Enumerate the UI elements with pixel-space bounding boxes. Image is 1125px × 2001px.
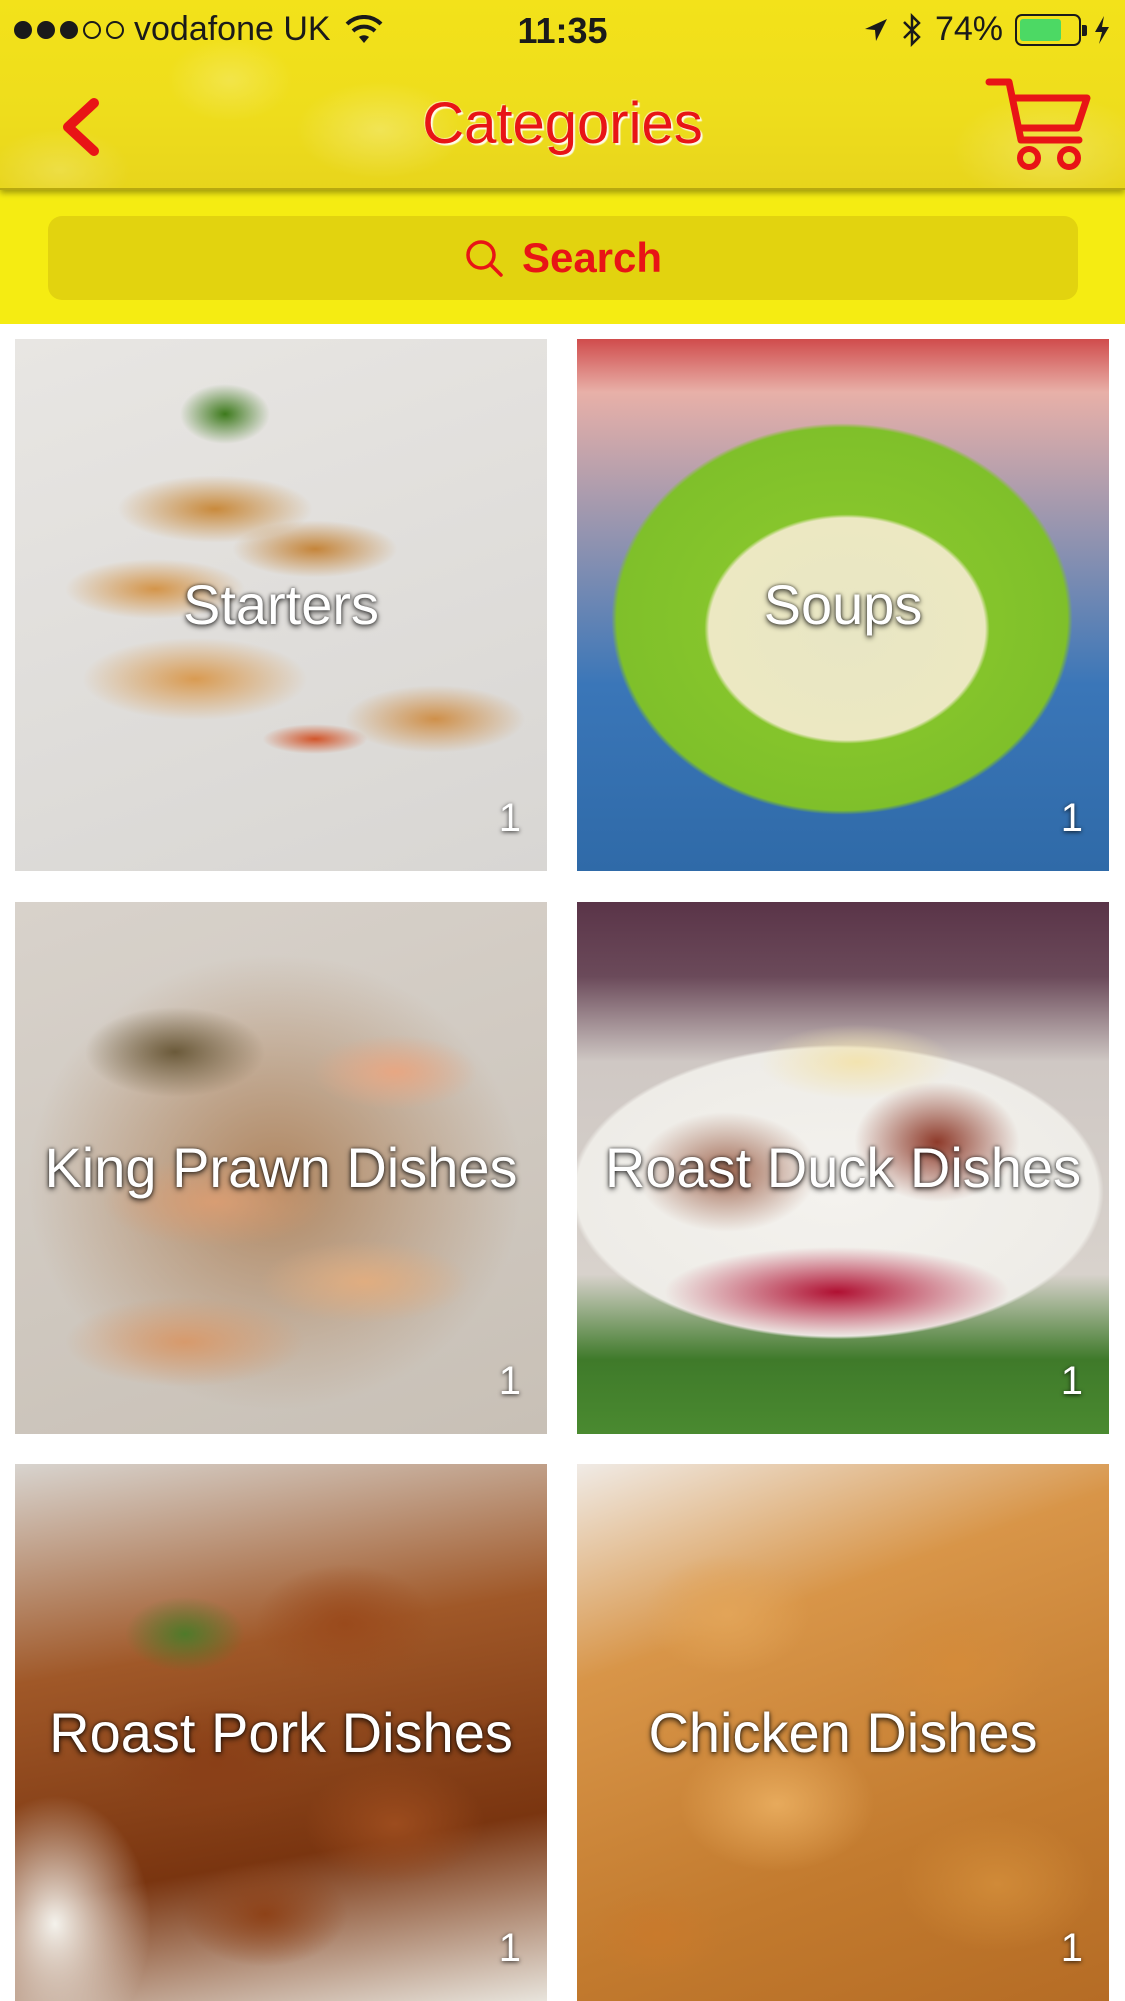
bluetooth-icon	[903, 12, 921, 47]
navigation-bar: vodafone UK 11:35 74% Categories	[0, 0, 1125, 190]
cart-button[interactable]	[985, 74, 1095, 174]
category-name: Roast Duck Dishes	[604, 1136, 1082, 1199]
location-arrow-icon	[864, 18, 887, 41]
category-name: Starters	[182, 573, 380, 636]
category-tile-king-prawn-dishes[interactable]: King Prawn Dishes 1	[15, 902, 547, 1434]
category-item-count: 1	[1060, 796, 1083, 840]
category-tile-roast-duck-dishes[interactable]: Roast Duck Dishes 1	[577, 902, 1109, 1434]
page-title: Categories	[422, 91, 703, 156]
category-item-count: 1	[1060, 1926, 1083, 1970]
search-placeholder: Search	[521, 234, 663, 281]
status-bar: vodafone UK 11:35 74%	[0, 0, 1125, 60]
search-input[interactable]: Search	[48, 216, 1078, 300]
category-tile-roast-pork-dishes[interactable]: Roast Pork Dishes 1	[15, 1464, 547, 2001]
category-tile-chicken-dishes[interactable]: Chicken Dishes 1	[577, 1464, 1109, 2001]
category-name: Chicken Dishes	[648, 1700, 1038, 1764]
category-item-count: 1	[498, 796, 521, 840]
category-item-count: 1	[498, 1359, 521, 1403]
category-name: King Prawn Dishes	[44, 1136, 518, 1199]
charging-bolt-icon	[1095, 15, 1109, 44]
category-item-count: 1	[498, 1926, 521, 1970]
battery-percentage: 74%	[934, 10, 1003, 48]
category-tile-soups[interactable]: Soups 1	[577, 339, 1109, 871]
search-bar-container: Search	[0, 190, 1125, 324]
category-tile-starters[interactable]: Starters 1	[15, 339, 547, 871]
battery-icon	[1015, 13, 1087, 46]
category-name: Roast Pork Dishes	[49, 1700, 513, 1764]
shopping-cart-icon	[985, 78, 1091, 170]
search-icon	[466, 240, 503, 277]
category-name: Soups	[763, 573, 923, 636]
category-item-count: 1	[1060, 1359, 1083, 1403]
